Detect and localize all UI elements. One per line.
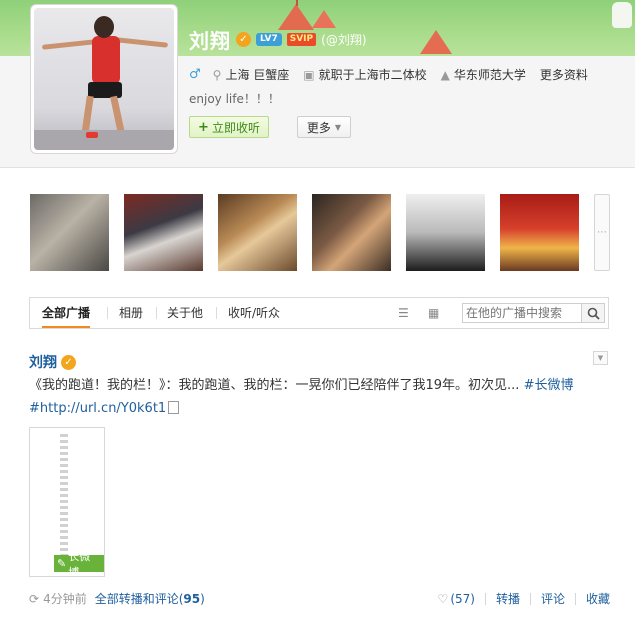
follow-button-label: 立即收听 bbox=[211, 120, 260, 135]
photo-thumbnail[interactable] bbox=[406, 194, 485, 271]
profile-bio: enjoy life！！！ bbox=[189, 92, 280, 106]
more-photos-button[interactable]: ⋯ bbox=[594, 194, 610, 271]
post-body: 《我的跑道！我的栏！》：我的跑道、我的栏：一晃你们已经陪伴了我19年。初次见..… bbox=[29, 378, 524, 393]
avatar[interactable] bbox=[30, 4, 178, 154]
briefcase-icon: ▣ bbox=[303, 67, 315, 82]
repost-button[interactable]: 转播 bbox=[496, 590, 520, 607]
like-count: (57) bbox=[450, 591, 475, 606]
caret-down-icon: ▼ bbox=[334, 122, 342, 132]
level-badge[interactable]: LV7 bbox=[256, 32, 282, 46]
photo-thumbnail[interactable] bbox=[124, 194, 203, 271]
tab-all-broadcasts[interactable]: 全部广播 bbox=[42, 298, 91, 328]
search-button[interactable] bbox=[581, 303, 605, 323]
more-dropdown-button[interactable]: 更多 ▼ bbox=[297, 116, 351, 138]
post-hashtag-link[interactable]: #长微博 bbox=[524, 378, 574, 393]
weibo-logo-icon: ✎ bbox=[57, 557, 67, 570]
document-icon[interactable] bbox=[168, 401, 180, 414]
photo-thumbnail[interactable] bbox=[500, 194, 579, 271]
photo-thumbnail[interactable] bbox=[30, 194, 109, 271]
long-weibo-label: 长微博 bbox=[68, 549, 91, 577]
banner-sheep-decoration bbox=[612, 2, 632, 28]
post-menu-dropdown[interactable]: ▼ bbox=[593, 351, 608, 365]
post-author-name[interactable]: 刘翔 bbox=[29, 352, 57, 372]
search-icon bbox=[587, 307, 600, 320]
profile-info-row: ♂ ⚲ 上海 巨蟹座 ▣ 就职于上海市二体校 ▲ 华东师范大学 更多资料 bbox=[189, 66, 588, 83]
location-pin-icon: ⚲ bbox=[212, 67, 222, 82]
action-divider bbox=[484, 592, 486, 605]
more-info-link[interactable]: 更多资料 bbox=[540, 66, 588, 83]
tab-divider bbox=[107, 307, 108, 319]
banner-tent-decoration bbox=[420, 30, 452, 54]
more-button-label: 更多 bbox=[306, 120, 331, 135]
profile-school: 华东师范大学 bbox=[453, 68, 526, 82]
favorite-button[interactable]: 收藏 bbox=[586, 590, 610, 607]
long-weibo-preview-text bbox=[60, 434, 68, 560]
profile-location: 上海 巨蟹座 bbox=[225, 68, 290, 82]
post-actions: ♡ (57) 转播 评论 收藏 bbox=[438, 590, 610, 607]
post-footer: ⟳ 4分钟前 全部转播和评论(95) ♡ (57) 转播 评论 收藏 bbox=[29, 590, 610, 607]
verified-icon[interactable]: ✓ bbox=[61, 354, 76, 370]
long-weibo-thumbnail[interactable]: ✎ 长微博 bbox=[29, 427, 105, 577]
action-divider bbox=[574, 592, 576, 605]
source-icon: ⟳ bbox=[29, 591, 40, 606]
long-weibo-badge: ✎ 长微博 bbox=[54, 550, 104, 576]
heart-icon: ♡ bbox=[437, 591, 449, 606]
feed-search-input[interactable] bbox=[462, 303, 582, 323]
follow-button[interactable]: + 立即收听 bbox=[189, 116, 269, 138]
photo-thumbnail[interactable] bbox=[312, 194, 391, 271]
photo-strip: ⋯ bbox=[30, 194, 610, 271]
post-time[interactable]: 4分钟前 bbox=[43, 590, 87, 607]
all-reposts-label: 全部转播和评论 bbox=[94, 592, 179, 606]
verified-icon[interactable]: ✓ bbox=[236, 31, 251, 47]
comment-button[interactable]: 评论 bbox=[541, 590, 565, 607]
calendar-view-icon[interactable]: ▦ bbox=[428, 306, 439, 320]
tab-followers[interactable]: 收听/听众 bbox=[228, 298, 280, 328]
tab-album[interactable]: 相册 bbox=[119, 298, 143, 328]
svip-badge[interactable]: SVIP bbox=[286, 32, 317, 46]
profile-handle: (@刘翔) bbox=[321, 32, 367, 47]
post-author-row: 刘翔 ✓ bbox=[29, 352, 76, 372]
banner-flag-decoration bbox=[296, 0, 298, 6]
profile-job: 就职于上海市二体校 bbox=[318, 68, 427, 82]
tab-divider bbox=[216, 307, 217, 319]
tab-about[interactable]: 关于他 bbox=[167, 298, 203, 328]
post-url-link[interactable]: #http://url.cn/Y0k6t1 bbox=[29, 401, 166, 416]
tab-divider bbox=[156, 307, 157, 319]
male-icon: ♂ bbox=[189, 67, 201, 82]
post-meta: ⟳ 4分钟前 全部转播和评论(95) bbox=[29, 590, 205, 607]
profile-name[interactable]: 刘翔 bbox=[189, 25, 231, 54]
action-divider bbox=[529, 592, 531, 605]
avatar-image bbox=[34, 8, 174, 150]
post-text: 《我的跑道！我的栏！》：我的跑道、我的栏：一晃你们已经陪伴了我19年。初次见..… bbox=[29, 374, 613, 420]
list-view-icon[interactable]: ☰ bbox=[398, 306, 409, 320]
like-button[interactable]: ♡ (57) bbox=[438, 592, 475, 606]
graduation-cap-icon: ▲ bbox=[440, 67, 450, 82]
photo-thumbnail[interactable] bbox=[218, 194, 297, 271]
all-reposts-link[interactable]: 全部转播和评论(95) bbox=[95, 590, 205, 607]
feed-tab-bar: 全部广播 相册 关于他 收听/听众 ☰ ▦ bbox=[29, 297, 609, 329]
profile-name-row: 刘翔 ✓ LV7 SVIP (@刘翔) bbox=[189, 25, 367, 54]
plus-icon: + bbox=[198, 119, 209, 135]
repost-count: 95 bbox=[183, 592, 201, 606]
